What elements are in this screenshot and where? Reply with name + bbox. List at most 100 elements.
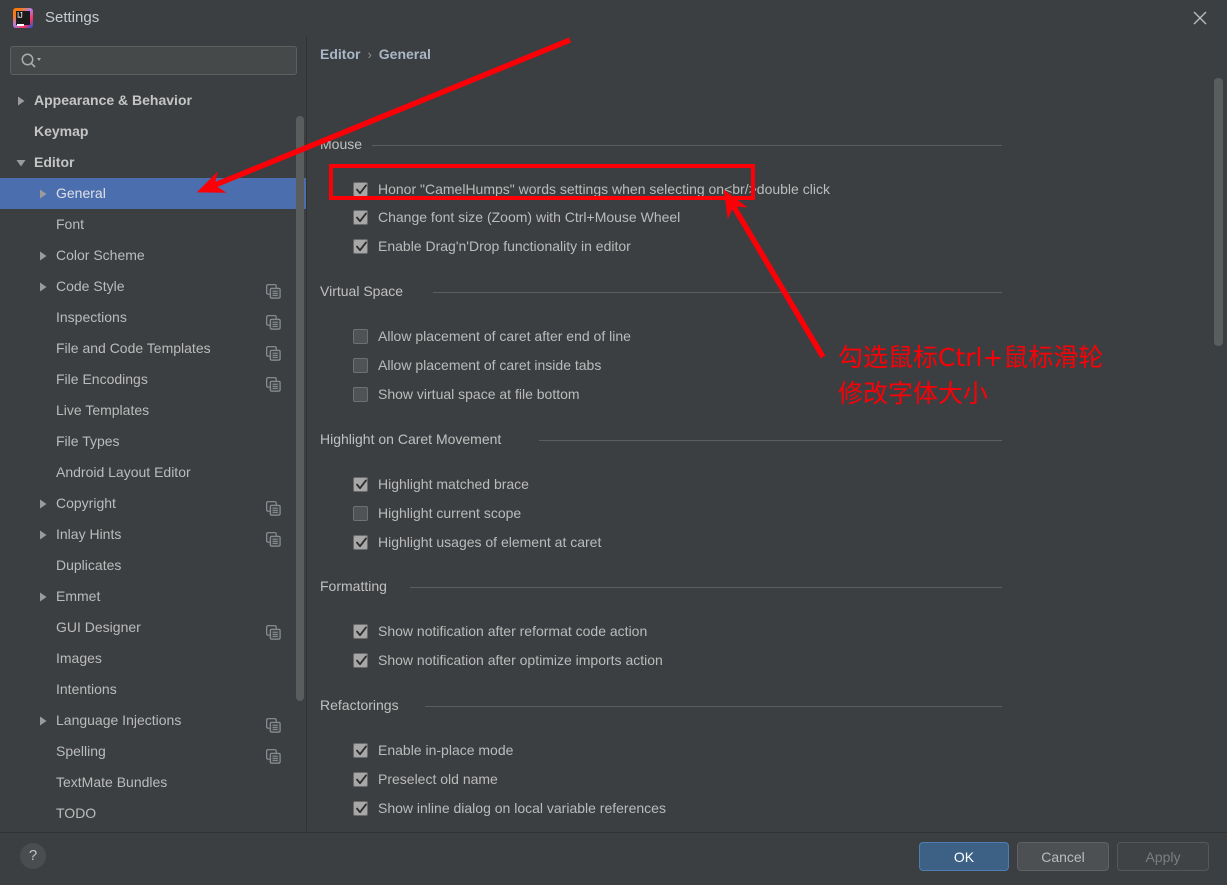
section-header-refactorings: Refactorings xyxy=(320,697,1002,715)
sidebar-item-editor[interactable]: Editor xyxy=(0,147,306,178)
checkbox-label: Preselect old name xyxy=(378,771,498,787)
checkbox-checked-icon[interactable] xyxy=(353,624,368,639)
checkbox-unchecked-icon[interactable] xyxy=(353,329,368,344)
sidebar-item-intentions[interactable]: Intentions xyxy=(0,674,306,705)
sidebar-item-android-layout-editor[interactable]: Android Layout Editor xyxy=(0,457,306,488)
settings-tree: Appearance & Behavior Keymap Editor General… xyxy=(0,85,306,831)
breadcrumb-separator-icon: › xyxy=(367,47,372,62)
checkbox-checked-icon[interactable] xyxy=(353,743,368,758)
sidebar-item-label: TextMate Bundles xyxy=(56,774,168,790)
search-field-wrapper xyxy=(10,46,297,75)
sidebar-item-label: General xyxy=(56,185,106,201)
checkbox-unchecked-icon[interactable] xyxy=(353,387,368,402)
section-header-mouse: Mouse xyxy=(320,136,1002,154)
sidebar-item-emmet[interactable]: Emmet xyxy=(0,581,306,612)
chevron-right-icon[interactable] xyxy=(36,705,50,736)
chevron-right-icon[interactable] xyxy=(36,519,50,550)
content-scrollbar[interactable] xyxy=(1214,78,1223,346)
sidebar-item-language-injections[interactable]: Language Injections xyxy=(0,705,306,736)
sidebar-item-inspections[interactable]: Inspections xyxy=(0,302,306,333)
copy-icon xyxy=(266,279,281,299)
breadcrumb-current: General xyxy=(378,46,431,62)
checkbox-checked-icon[interactable] xyxy=(353,477,368,492)
sidebar-item-appearance-behavior[interactable]: Appearance & Behavior xyxy=(0,85,306,116)
sidebar-item-color-scheme[interactable]: Color Scheme xyxy=(0,240,306,271)
copy-icon xyxy=(266,310,281,330)
ok-button[interactable]: OK xyxy=(919,842,1009,871)
sidebar-item-label: Android Layout Editor xyxy=(56,464,191,480)
chevron-right-icon[interactable] xyxy=(36,271,50,302)
settings-content-panel: Editor › General Mouse Honor "CamelHumps" w… xyxy=(308,36,1227,831)
checkbox-checked-icon[interactable] xyxy=(353,535,368,550)
section-divider xyxy=(539,440,1002,441)
sidebar-item-todo[interactable]: TODO xyxy=(0,798,306,829)
sidebar-item-label: Emmet xyxy=(56,588,101,604)
intellij-idea-icon: IJ xyxy=(13,8,33,28)
sidebar-item-label: Color Scheme xyxy=(56,247,145,263)
chevron-right-icon[interactable] xyxy=(36,178,50,209)
checkbox-label: Enable in-place mode xyxy=(378,742,514,758)
sidebar-item-label: Code Style xyxy=(56,278,125,294)
apply-button[interactable]: Apply xyxy=(1117,842,1209,871)
chevron-down-icon[interactable] xyxy=(14,147,28,178)
section-divider xyxy=(432,292,1002,293)
cancel-button[interactable]: Cancel xyxy=(1017,842,1109,871)
checkbox-label: Change font size (Zoom) with Ctrl+Mouse … xyxy=(378,209,681,225)
sidebar-item-label: GUI Designer xyxy=(56,619,141,635)
checkbox-label: Highlight matched brace xyxy=(378,476,529,492)
settings-sidebar: Appearance & Behavior Keymap Editor General… xyxy=(0,36,307,831)
annotation-text-line2: 修改字体大小 xyxy=(838,379,989,408)
sidebar-item-keymap[interactable]: Keymap xyxy=(0,116,306,147)
chevron-right-icon[interactable] xyxy=(36,488,50,519)
chevron-right-icon[interactable] xyxy=(14,85,28,116)
checkbox-checked-icon[interactable] xyxy=(353,772,368,787)
sidebar-item-font[interactable]: Font xyxy=(0,209,306,240)
sidebar-item-file-types[interactable]: File Types xyxy=(0,426,306,457)
checkbox-checked-icon[interactable] xyxy=(353,182,368,197)
sidebar-item-general[interactable]: General xyxy=(0,178,306,209)
breadcrumb: Editor › General xyxy=(320,46,431,62)
checkbox-label: Show notification after reformat code ac… xyxy=(378,623,648,639)
checkbox-checked-icon[interactable] xyxy=(353,239,368,254)
sidebar-item-inlay-hints[interactable]: Inlay Hints xyxy=(0,519,306,550)
sidebar-item-code-style[interactable]: Code Style xyxy=(0,271,306,302)
help-button[interactable]: ? xyxy=(20,843,46,869)
sidebar-scrollbar[interactable] xyxy=(296,116,304,701)
chevron-right-icon[interactable] xyxy=(36,581,50,612)
checkbox-checked-icon[interactable] xyxy=(353,801,368,816)
checkbox-label: Allow placement of caret after end of li… xyxy=(378,328,631,344)
chevron-right-icon[interactable] xyxy=(36,240,50,271)
close-icon[interactable] xyxy=(1187,6,1213,30)
sidebar-item-live-templates[interactable]: Live Templates xyxy=(0,395,306,426)
help-icon: ? xyxy=(28,847,38,864)
copy-icon xyxy=(266,744,281,764)
sidebar-item-gui-designer[interactable]: GUI Designer xyxy=(0,612,306,643)
sidebar-item-label: Intentions xyxy=(56,681,117,697)
annotation-text-line1: 勾选鼠标Ctrl+鼠标滑轮 xyxy=(838,343,1104,372)
section-title: Highlight on Caret Movement xyxy=(320,431,510,447)
checkbox-unchecked-icon[interactable] xyxy=(353,506,368,521)
sidebar-item-images[interactable]: Images xyxy=(0,643,306,674)
section-divider xyxy=(410,587,1002,588)
title-bar: IJ Settings xyxy=(0,0,1227,36)
checkbox-checked-icon[interactable] xyxy=(353,210,368,225)
checkbox-label: Enable Drag'n'Drop functionality in edit… xyxy=(378,238,631,254)
checkbox-label: Highlight usages of element at caret xyxy=(378,534,602,550)
sidebar-item-spelling[interactable]: Spelling xyxy=(0,736,306,767)
breadcrumb-root[interactable]: Editor xyxy=(320,46,360,62)
sidebar-item-file-encodings[interactable]: File Encodings xyxy=(0,364,306,395)
checkbox-unchecked-icon[interactable] xyxy=(353,358,368,373)
sidebar-item-label: Live Templates xyxy=(56,402,150,418)
sidebar-item-duplicates[interactable]: Duplicates xyxy=(0,550,306,581)
search-input[interactable] xyxy=(10,46,297,75)
sidebar-item-copyright[interactable]: Copyright xyxy=(0,488,306,519)
sidebar-item-textmate-bundles[interactable]: TextMate Bundles xyxy=(0,767,306,798)
sidebar-item-file-and-code-templates[interactable]: File and Code Templates xyxy=(0,333,306,364)
checkbox-checked-icon[interactable] xyxy=(353,653,368,668)
sidebar-item-label: TODO xyxy=(56,805,97,821)
